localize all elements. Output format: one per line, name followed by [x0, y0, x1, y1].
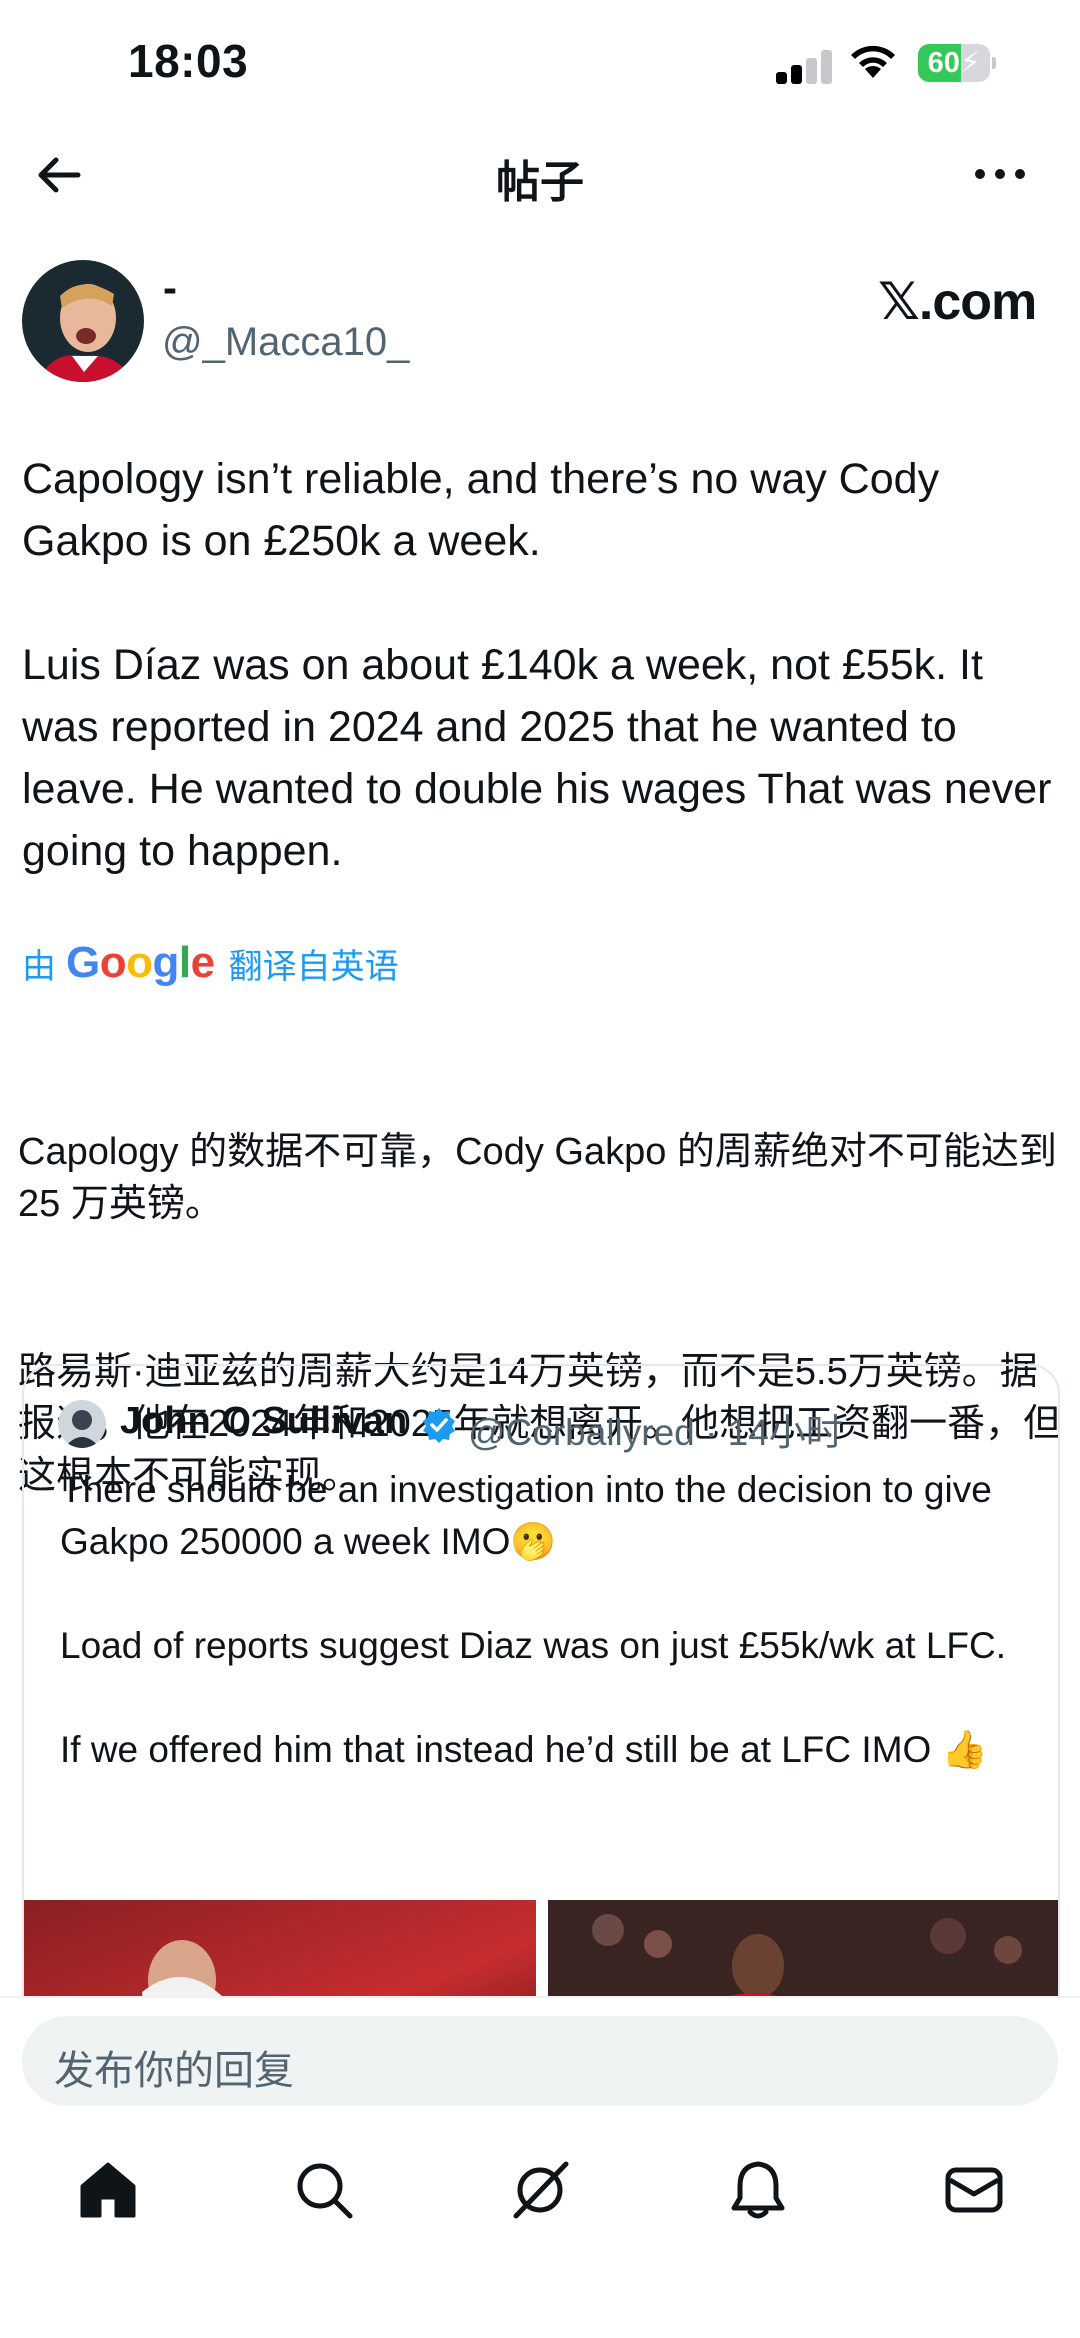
- quoted-author-name[interactable]: John O Sullivan: [120, 1400, 407, 1443]
- translated-paragraph: Capology 的数据不可靠，Cody Gakpo 的周薪绝对不可能达到 25…: [18, 1131, 1068, 1225]
- verified-badge-icon: [423, 1408, 455, 1443]
- post-text: Capology isn’t reliable, and there’s no …: [22, 455, 1052, 875]
- translation-suffix: 翻译自英语: [228, 947, 399, 986]
- source-label: 𝕏.com: [878, 273, 1037, 331]
- author-name[interactable]: -: [163, 264, 177, 312]
- search-icon[interactable]: [292, 2158, 356, 2222]
- page-title: 帖子: [496, 158, 584, 207]
- home-icon[interactable]: [76, 2158, 140, 2222]
- quoted-author-avatar[interactable]: [58, 1400, 106, 1448]
- translation-attribution: 由 Google 翻译自英语: [22, 938, 399, 988]
- reply-placeholder[interactable]: 发布你的回复: [54, 2038, 294, 2096]
- translation-prefix: 由: [22, 947, 56, 986]
- cellular-signal-icon: [776, 50, 834, 84]
- quoted-post-card[interactable]: John O Sullivan @Corballyred · 14小时 Ther…: [22, 1364, 1060, 2068]
- battery-level: 60⚡: [927, 47, 981, 79]
- author-avatar[interactable]: [22, 260, 144, 382]
- wifi-icon: [851, 45, 895, 78]
- messages-icon[interactable]: [942, 2158, 1006, 2222]
- notifications-icon[interactable]: [726, 2158, 790, 2222]
- grok-icon[interactable]: [508, 2158, 572, 2222]
- battery-icon: 60⚡: [918, 44, 996, 82]
- status-time: 18:03: [128, 35, 249, 87]
- quoted-post-text: There should be an investigation into th…: [60, 1469, 1007, 1770]
- author-handle[interactable]: @_Macca10_: [162, 320, 409, 365]
- more-options-icon[interactable]: [972, 152, 1028, 196]
- quoted-author-handle: @Corballyred · 14小时: [468, 1412, 843, 1453]
- google-logo: Google: [66, 938, 215, 987]
